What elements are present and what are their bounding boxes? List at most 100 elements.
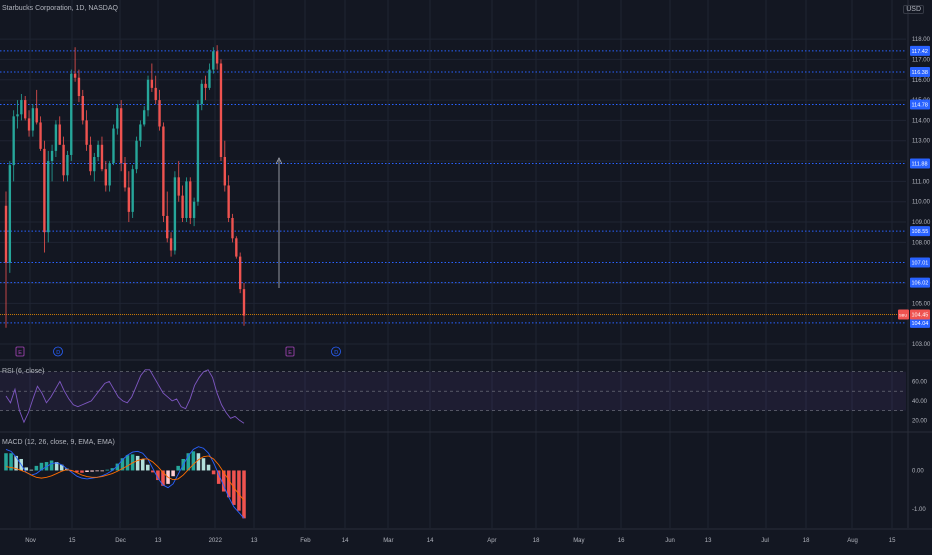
price-axis-label: 116.00 (912, 78, 931, 84)
candle-body (208, 69, 211, 88)
macd-histogram-bar (201, 458, 206, 471)
candle-body (173, 177, 177, 251)
price-axis-label: 118.00 (912, 37, 931, 43)
macd-histogram-bar (191, 451, 196, 471)
time-axis-label: Mar (383, 538, 393, 544)
time-axis-label: 13 (705, 538, 712, 544)
level-price-badge-label: 117.42 (912, 49, 928, 55)
candle-body (96, 144, 100, 157)
macd-histogram-bar (196, 453, 201, 471)
level-price-badge-label: 106.02 (912, 281, 929, 287)
last-price-badge-label: 104.45 (912, 313, 929, 319)
candle-body (158, 100, 161, 127)
candle-body (162, 126, 165, 216)
time-axis-label: Feb (300, 538, 311, 544)
price-axis-label: 113.00 (912, 139, 931, 145)
time-axis-label: 2022 (209, 538, 223, 544)
event-marker-letter: E (18, 350, 22, 356)
level-price-badge-label: 114.78 (912, 103, 928, 109)
candle-body (177, 177, 180, 196)
candle-body (231, 217, 234, 239)
event-marker-letter: E (288, 350, 292, 356)
candle-body (108, 163, 111, 186)
macd-histogram-bar (140, 458, 145, 471)
rsi-axis-label: 60.00 (912, 379, 928, 385)
candle-body (131, 169, 134, 212)
macd-histogram-bar (171, 470, 175, 477)
candle (47, 150, 50, 243)
candle-body (62, 144, 65, 176)
candle-body (8, 165, 12, 263)
macd-histogram-bar (237, 470, 241, 511)
candle-body (139, 124, 142, 141)
price-axis-label: 111.00 (912, 179, 930, 185)
level-price-badge-label: 108.55 (912, 229, 929, 235)
candle-body (119, 108, 123, 164)
candle (70, 69, 73, 162)
rsi-axis-label: 40.00 (912, 399, 928, 405)
candle-body (212, 51, 215, 70)
macd-histogram-bar (90, 470, 94, 472)
macd-histogram-bar (125, 455, 130, 471)
price-axis-label: 117.00 (912, 57, 931, 63)
macd-histogram-bar (34, 465, 39, 471)
candle-body (123, 163, 127, 188)
candle-body (200, 83, 203, 105)
candle-body (235, 238, 238, 257)
macd-histogram-bar (105, 469, 110, 471)
candle-body (77, 77, 81, 97)
currency-label[interactable]: USD (903, 5, 924, 14)
candle-body (27, 118, 31, 131)
event-marker-letter: D (334, 350, 338, 356)
candle (162, 122, 165, 223)
candle (196, 100, 200, 206)
candle (173, 171, 177, 255)
candle-body (135, 140, 138, 170)
candle-body (181, 195, 184, 218)
price-axis-label: 103.00 (912, 342, 931, 348)
candle-body (227, 185, 230, 218)
candle-body (223, 156, 226, 186)
candle-body (127, 187, 131, 212)
candle-body (238, 256, 242, 290)
candle-body (12, 116, 15, 166)
candle (231, 213, 234, 243)
candle-body (196, 104, 200, 202)
candle-body (116, 108, 119, 129)
level-price-badge-label: 104.04 (912, 321, 929, 327)
candle (135, 136, 138, 174)
candle-body (66, 154, 69, 176)
candle-body (112, 128, 115, 164)
candle-body (4, 205, 8, 263)
candle-body (169, 238, 173, 251)
candle (235, 236, 238, 259)
candle-body (189, 181, 192, 218)
chart-container[interactable]: EDED 118.00117.00116.00115.00114.00113.0… (0, 0, 932, 550)
candle-body (70, 73, 73, 155)
macd-histogram-bar (49, 460, 54, 471)
macd-histogram-bar (227, 470, 231, 498)
candle-body (104, 169, 107, 186)
candle-body (166, 215, 169, 239)
candle-body (20, 100, 23, 115)
time-axis-label: Jun (665, 538, 675, 544)
candle-body (54, 124, 58, 151)
candle-body (154, 87, 157, 101)
macd-histogram-bar (211, 470, 216, 475)
time-axis-label: 14 (427, 538, 434, 544)
rsi-axis-label: 20.00 (912, 418, 928, 424)
time-axis-label: Apr (487, 538, 496, 544)
macd-histogram-bar (4, 453, 8, 471)
candle-body (35, 108, 38, 123)
candle-body (192, 201, 196, 218)
time-axis-label: Jul (761, 538, 769, 544)
chart-canvas[interactable]: EDED 118.00117.00116.00115.00114.00113.0… (0, 0, 932, 550)
symbol-badge-label: SBU (899, 313, 907, 318)
macd-histogram-bar (29, 469, 34, 471)
candle-body (43, 148, 46, 233)
macd-axis-label: -1.00 (912, 507, 926, 513)
time-axis-label: 18 (533, 538, 540, 544)
candle-body (185, 181, 188, 218)
macd-histogram-bar (80, 470, 84, 473)
time-axis-label: 18 (803, 538, 810, 544)
